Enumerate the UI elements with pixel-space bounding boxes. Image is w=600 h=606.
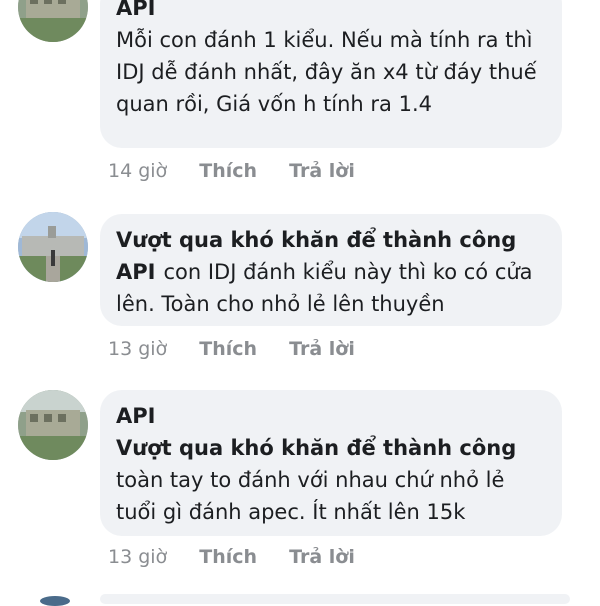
comment-time[interactable]: 13 giờ xyxy=(108,542,167,572)
avatar[interactable] xyxy=(18,212,88,282)
comment-text: toàn tay to đánh với nhau chứ nhỏ lẻ tuổ… xyxy=(116,468,505,524)
like-button[interactable]: Thích xyxy=(199,156,257,186)
avatar-photo-icon xyxy=(18,212,88,282)
comment-actions: 13 giờ Thích Trả lời xyxy=(108,542,381,572)
reply-button[interactable]: Trả lời xyxy=(289,334,355,364)
avatar-photo-icon xyxy=(18,390,88,460)
comment-bubble: Vượt qua khó khăn để thành công API con I… xyxy=(100,214,562,326)
comment-author[interactable]: API xyxy=(116,400,546,432)
comment-bubble xyxy=(100,594,570,604)
comment-actions: 13 giờ Thích Trả lời xyxy=(108,334,381,364)
reply-button[interactable]: Trả lời xyxy=(289,156,355,186)
comment-text: Mỗi con đánh 1 kiểu. Nếu mà tính ra thì … xyxy=(116,28,537,116)
comment-author[interactable]: Vượt qua khó khăn để thành công xyxy=(116,224,546,256)
comment-body: con IDJ đánh kiểu này thì ko có cửa lên.… xyxy=(116,260,533,316)
comment-bubble: API Vượt qua khó khăn để thành công toàn… xyxy=(100,390,562,536)
comment-time[interactable]: 14 giờ xyxy=(108,156,167,186)
comment-text: API con IDJ đánh kiểu này thì ko có cửa l… xyxy=(116,256,546,320)
mention-link[interactable]: Vượt qua khó khăn để thành công xyxy=(116,432,546,464)
comment-bubble: API Mỗi con đánh 1 kiểu. Nếu mà tính ra … xyxy=(100,0,562,148)
like-button[interactable]: Thích xyxy=(199,334,257,364)
comment-actions: 14 giờ Thích Trả lời xyxy=(108,156,381,186)
comment-time[interactable]: 13 giờ xyxy=(108,334,167,364)
avatar[interactable] xyxy=(18,0,88,42)
like-button[interactable]: Thích xyxy=(199,542,257,572)
reply-button[interactable]: Trả lời xyxy=(289,542,355,572)
comment-author[interactable]: API xyxy=(116,0,546,24)
avatar[interactable] xyxy=(40,596,70,606)
avatar-photo-icon xyxy=(18,0,88,42)
mention-link[interactable]: API xyxy=(116,260,155,284)
avatar[interactable] xyxy=(18,390,88,460)
